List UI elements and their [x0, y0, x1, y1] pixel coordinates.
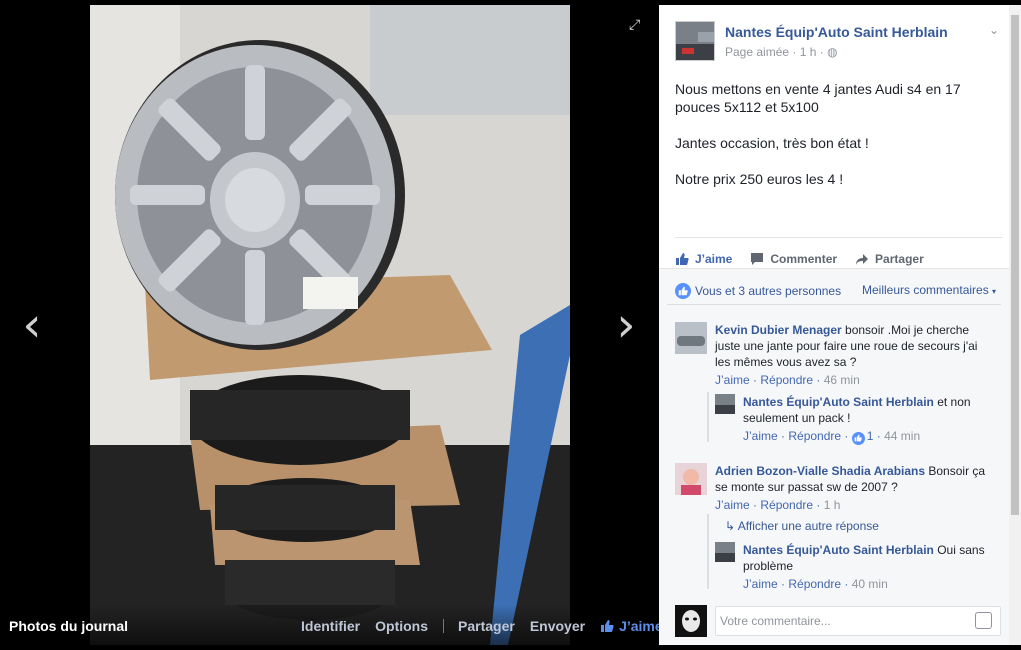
post-photo[interactable] [90, 5, 570, 645]
reply-arrow-icon: ↳ [725, 519, 736, 533]
reply-thread-line [707, 514, 709, 589]
reactions-summary[interactable]: Vous et 3 autres personnes [675, 283, 841, 299]
viewer-like-button[interactable]: J’aime [600, 618, 663, 634]
comment-input[interactable]: Votre commentaire... [715, 606, 1001, 636]
comment-body: Nantes Équip'Auto Saint Herblain et non … [743, 394, 991, 426]
comment: Adrien Bozon-Vialle Shadia Arabians Bons… [675, 463, 995, 513]
comment-like-link[interactable]: J’aime [715, 373, 750, 387]
comment-actions: J’aime · Répondre · 40 min [743, 577, 888, 591]
thumbs-up-icon [676, 253, 689, 265]
avatar[interactable] [675, 322, 707, 354]
avatar [675, 605, 707, 637]
send-button[interactable]: Envoyer [530, 618, 585, 634]
avatar[interactable] [675, 463, 707, 495]
comment-author[interactable]: Kevin Dubier Menager [715, 323, 842, 337]
like-count: 1 [866, 429, 874, 443]
comment-like-link[interactable]: J’aime [743, 429, 778, 443]
viewer-actions: Identifier Options Partager Envoyer J’ai… [301, 618, 663, 634]
comments-section: Vous et 3 autres personnes Meilleurs com… [659, 268, 1009, 645]
comment-actions: J’aime · Répondre · 1 h [715, 498, 841, 512]
expand-icon[interactable]: ⤢ [629, 17, 645, 33]
comment-time[interactable]: 46 min [824, 373, 860, 387]
comment-label: Commenter [770, 252, 838, 266]
reactions-text: Vous et 3 autres personnes [695, 284, 842, 298]
wheels-photo-illustration [90, 5, 570, 645]
comment: Kevin Dubier Menager bonsoir .Moi je che… [675, 322, 995, 392]
share-arrow-icon [856, 254, 869, 265]
sticker-icon[interactable] [975, 612, 992, 629]
page-avatar[interactable] [675, 21, 715, 61]
panel-scrollbar[interactable] [1009, 5, 1021, 645]
avatar[interactable] [715, 542, 735, 562]
thumbs-up-icon [601, 620, 614, 632]
share-button[interactable]: Partager [458, 618, 515, 634]
chevron-left-icon[interactable]: ‹ [12, 300, 52, 350]
post-action-row: J’aime Commenter Partager [675, 237, 1003, 268]
comment-actions: J’aime · Répondre · 1 · 44 min [743, 429, 921, 445]
reply-thread-line [707, 392, 709, 442]
comment-button[interactable]: Commenter [750, 252, 837, 266]
share-post-button[interactable]: Partager [855, 252, 924, 266]
show-more-replies-link[interactable]: ↳ Afficher une autre réponse [725, 519, 879, 533]
like-count-badge[interactable]: 1 [851, 429, 874, 445]
storefront-image [676, 22, 714, 60]
comment-time[interactable]: 44 min [884, 429, 920, 443]
like-reaction-icon [851, 431, 865, 445]
comment-author[interactable]: Nantes Équip'Auto Saint Herblain [743, 543, 934, 557]
photo-viewer: ‹ › ⤢ Photos du journal Identifier Optio… [0, 0, 1021, 650]
actions-divider [443, 619, 445, 633]
album-link[interactable]: Photos du journal [9, 618, 128, 634]
photo-stage: ‹ › ⤢ Photos du journal Identifier Optio… [0, 0, 663, 650]
chevron-right-icon[interactable]: › [606, 300, 646, 350]
viewer-like-label: J’aime [619, 618, 663, 634]
comment-reply: Nantes Équip'Auto Saint Herblain Oui san… [715, 542, 1005, 592]
comment-time[interactable]: 40 min [852, 577, 888, 591]
tag-button[interactable]: Identifier [301, 618, 360, 634]
post-panel: Nantes Équip'Auto Saint Herblain Page ai… [659, 5, 1009, 645]
page-name[interactable]: Nantes Équip'Auto Saint Herblain [725, 24, 948, 40]
post-meta-text: Page aimée · 1 h · [725, 45, 824, 59]
comment-reply-link[interactable]: Répondre [788, 577, 841, 591]
chevron-down-icon[interactable]: ⌄ [989, 23, 999, 37]
globe-icon: ◍ [827, 45, 838, 59]
options-button[interactable]: Options [375, 618, 428, 634]
post-meta: Page aimée · 1 h · ◍ [725, 45, 838, 59]
like-button[interactable]: J’aime [675, 252, 732, 266]
viewer-bottom-bar: Photos du journal Identifier Options Par… [0, 605, 663, 650]
comment-reply: Nantes Équip'Auto Saint Herblain et non … [715, 394, 1005, 445]
comment-composer: Votre commentaire... [675, 605, 1005, 639]
post-header: Nantes Équip'Auto Saint Herblain Page ai… [675, 21, 999, 65]
post-text: Nous mettons en vente 4 jantes Audi s4 e… [675, 80, 995, 206]
comment-author[interactable]: Nantes Équip'Auto Saint Herblain [743, 395, 934, 409]
divider [667, 304, 1001, 305]
scrollbar-thumb[interactable] [1011, 15, 1019, 515]
share-label: Partager [875, 252, 924, 266]
comment-sort-dropdown[interactable]: Meilleurs commentaires ▾ [862, 283, 996, 297]
comment-body: Adrien Bozon-Vialle Shadia Arabians Bons… [715, 463, 995, 495]
comment-time[interactable]: 1 h [824, 498, 841, 512]
comment-sort-label: Meilleurs commentaires [862, 283, 989, 297]
comment-reply-link[interactable]: Répondre [788, 429, 841, 443]
comment-input-placeholder: Votre commentaire... [720, 614, 831, 628]
comment-actions: J’aime · Répondre · 46 min [715, 373, 860, 387]
comment-reply-link[interactable]: Répondre [760, 498, 813, 512]
avatar[interactable] [715, 394, 735, 414]
comment-like-link[interactable]: J’aime [715, 498, 750, 512]
comment-reply-link[interactable]: Répondre [760, 373, 813, 387]
post-paragraph: Nous mettons en vente 4 jantes Audi s4 e… [675, 81, 961, 115]
comment-body: Kevin Dubier Menager bonsoir .Moi je che… [715, 322, 995, 370]
post-paragraph: Jantes occasion, très bon état ! [675, 135, 869, 151]
show-more-replies-label: Afficher une autre réponse [737, 519, 879, 533]
post-paragraph: Notre prix 250 euros les 4 ! [675, 171, 844, 187]
comment-author[interactable]: Adrien Bozon-Vialle Shadia Arabians [715, 464, 925, 478]
comment-body: Nantes Équip'Auto Saint Herblain Oui san… [743, 542, 991, 574]
comment-like-link[interactable]: J’aime [743, 577, 778, 591]
like-label: J’aime [695, 252, 733, 266]
comment-icon [751, 253, 764, 265]
like-reaction-icon [675, 283, 691, 299]
caret-down-icon: ▾ [992, 287, 997, 296]
